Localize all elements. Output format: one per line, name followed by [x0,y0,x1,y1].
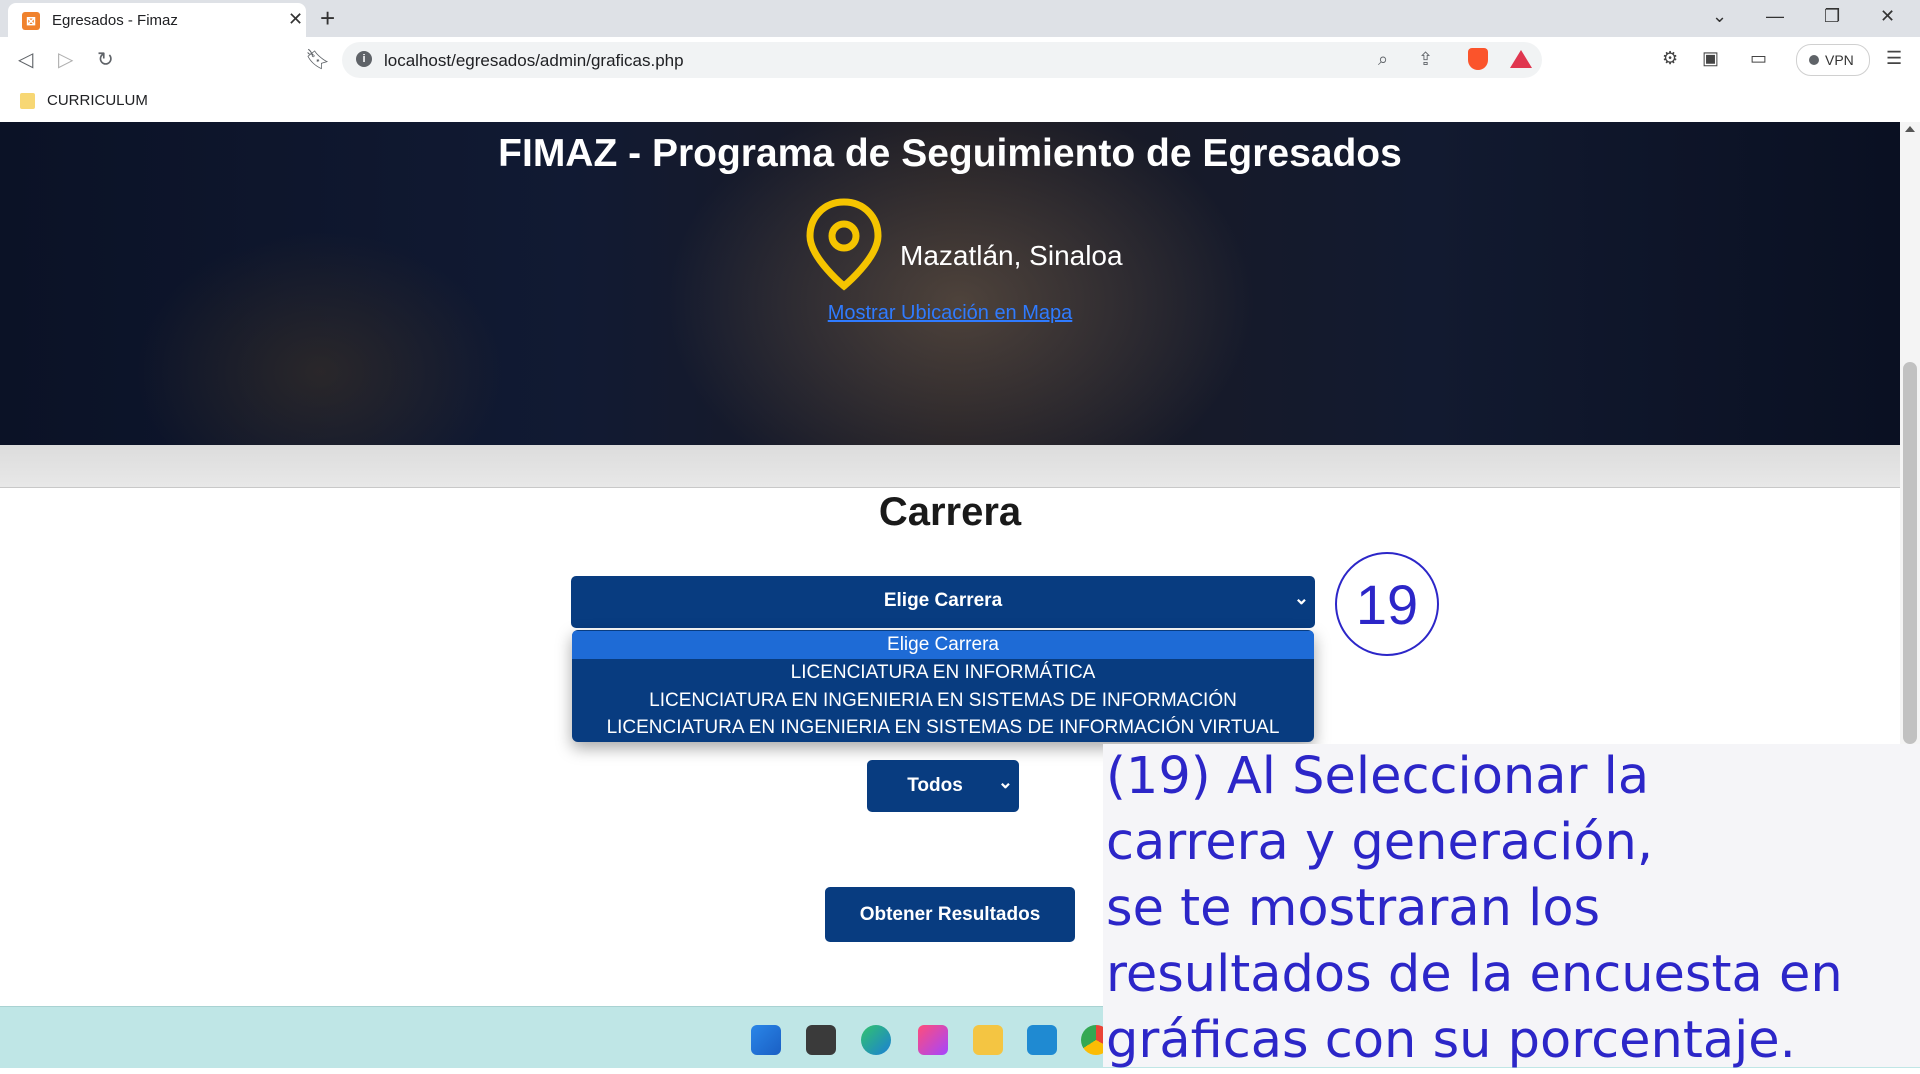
new-tab-icon[interactable]: + [320,3,335,33]
annotation-line: resultados de la encuesta en [1106,945,1843,1004]
zoom-icon[interactable]: ⌕ [1378,49,1388,70]
carrera-option[interactable]: Elige Carrera [572,631,1314,659]
chevron-down-icon: ⌄ [997,772,1013,792]
annotation-line: se te mostraran los [1106,879,1601,938]
tab-search-chevron-icon[interactable]: ⌄ [1712,6,1727,27]
edge-icon[interactable] [861,1025,891,1055]
carrera-option[interactable]: LICENCIATURA EN INFORMÁTICA [572,659,1314,687]
carrera-option[interactable]: LICENCIATURA EN INGENIERIA EN SISTEMAS D… [572,687,1314,715]
tab-bar: ⊠ Egresados - Fimaz ✕ + ⌄ — ❐ ✕ [0,0,1920,37]
carrera-select-value: Elige Carrera [883,590,1003,611]
back-icon[interactable]: ◁ [18,47,33,72]
generacion-select[interactable]: Todos ⌄ [867,760,1019,812]
vpn-button[interactable]: VPN [1796,44,1870,76]
menu-icon[interactable]: ☰ [1886,48,1902,69]
close-tab-icon[interactable]: ✕ [288,9,303,30]
brave-shields-icon[interactable] [1468,48,1488,70]
vpn-label: VPN [1825,52,1854,68]
divider-band [0,445,1900,488]
bookmark-icon[interactable]: 🔖︎ [305,47,330,72]
address-bar[interactable]: i localhost/egresados/admin/graficas.php… [342,42,1542,78]
carrera-dropdown-list: Elige Carrera LICENCIATURA EN INFORMÁTIC… [572,630,1314,742]
reload-icon[interactable]: ↻ [97,47,114,72]
bookmarks-bar: CURRICULUM [0,82,1920,122]
scrollbar-thumb[interactable] [1903,362,1917,744]
carrera-option[interactable]: LICENCIATURA EN INGENIERIA EN SISTEMAS D… [572,714,1314,742]
browser-toolbar: ◁ ▷ ↻ 🔖︎ i localhost/egresados/admin/gra… [0,37,1920,82]
vscode-icon[interactable] [1027,1025,1057,1055]
show-map-link[interactable]: Mostrar Ubicación en Mapa [0,302,1900,325]
file-explorer-icon[interactable] [973,1025,1003,1055]
wps-icon[interactable] [918,1025,948,1055]
page-title: FIMAZ - Programa de Seguimiento de Egres… [498,132,1402,175]
url-text[interactable]: localhost/egresados/admin/graficas.php [384,51,684,71]
task-view-icon[interactable] [806,1025,836,1055]
brave-rewards-icon[interactable] [1510,50,1532,68]
site-info-icon[interactable]: i [356,51,372,67]
location-pin-icon [806,198,882,291]
chevron-down-icon: ⌄ [1293,588,1309,608]
location-city: Mazatlán, Sinaloa [900,240,1123,271]
xampp-icon: ⊠ [22,12,40,30]
extensions-icon[interactable]: ⚙ [1662,48,1678,69]
annotation-note: (19) Al Seleccionar la carrera y generac… [1103,744,1920,1070]
start-icon[interactable] [751,1025,781,1055]
close-window-icon[interactable]: ✕ [1880,6,1895,27]
browser-tab[interactable]: ⊠ Egresados - Fimaz ✕ [8,3,306,37]
step-number-badge: 19 [1335,552,1439,656]
annotation-line: carrera y generación, [1106,813,1654,872]
bookmark-curriculum[interactable]: CURRICULUM [47,92,148,109]
share-icon[interactable]: ⇪ [1418,49,1433,70]
step-number: 19 [1355,573,1419,636]
hero-banner: FIMAZ - Programa de Seguimiento de Egres… [0,122,1900,445]
section-title: Carrera [878,490,1022,534]
wallet-icon[interactable]: ▭ [1750,48,1767,69]
get-results-button[interactable]: Obtener Resultados [825,887,1075,942]
carrera-select[interactable]: Elige Carrera ⌄ [571,576,1315,628]
generacion-select-value: Todos [907,775,963,796]
annotation-line: gráficas con su porcentaje. [1106,1011,1796,1070]
restore-icon[interactable]: ❐ [1824,6,1840,27]
get-results-label: Obtener Resultados [859,904,1041,925]
tab-title: Egresados - Fimaz [52,12,178,29]
forward-icon[interactable]: ▷ [58,47,73,72]
sidebar-icon[interactable]: ▣ [1702,48,1719,69]
folder-icon [20,93,35,109]
annotation-line: (19) Al Seleccionar la [1106,747,1650,806]
vpn-status-icon [1809,55,1819,65]
scroll-up-icon[interactable] [1905,126,1915,132]
minimize-icon[interactable]: — [1766,6,1784,27]
